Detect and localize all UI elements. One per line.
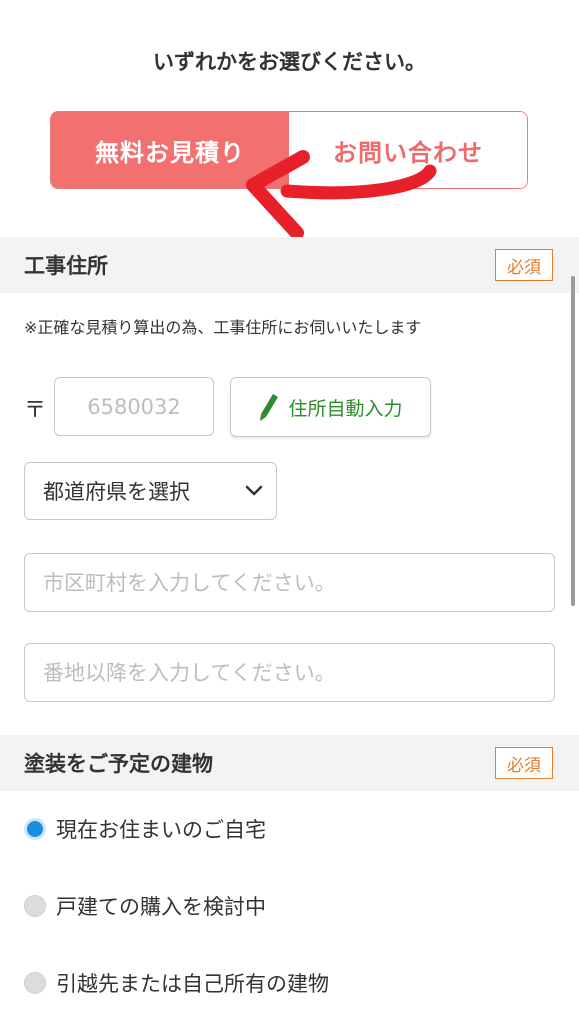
required-badge: 必須 <box>495 249 553 281</box>
address-section-title: 工事住所 <box>24 254 108 278</box>
building-section-title: 塗装をご予定の建物 <box>24 752 213 776</box>
chevron-down-icon <box>245 485 263 496</box>
postal-mark: 〒 <box>24 398 47 423</box>
prefecture-value: 都道府県を選択 <box>43 480 190 504</box>
option-label: 引越先または自己所有の建物 <box>56 972 329 996</box>
selection-prompt: いずれかをお選びください。 <box>153 50 426 74</box>
city-input[interactable] <box>24 553 555 612</box>
radio-button[interactable] <box>24 895 46 917</box>
radio-button[interactable] <box>24 972 46 994</box>
building-option-purchase[interactable]: 戸建ての購入を検討中 <box>24 891 266 921</box>
radio-button-checked[interactable] <box>24 818 46 840</box>
building-option-current-home[interactable]: 現在お住まいのご自宅 <box>24 814 266 844</box>
postal-code-input[interactable] <box>54 377 214 436</box>
address-autofill-button[interactable]: 住所自動入力 <box>230 377 431 437</box>
address-section-header: 工事住所 必須 <box>0 237 579 293</box>
prefecture-select[interactable]: 都道府県を選択 <box>24 462 277 520</box>
annotation-arrow-icon <box>246 150 437 240</box>
building-section-header: 塗装をご予定の建物 必須 <box>0 735 579 791</box>
pencil-icon <box>260 394 279 421</box>
street-address-input[interactable] <box>24 643 555 702</box>
option-label: 戸建ての購入を検討中 <box>56 895 266 919</box>
autofill-label: 住所自動入力 <box>288 397 403 420</box>
option-label: 現在お住まいのご自宅 <box>56 818 266 842</box>
required-badge: 必須 <box>495 747 553 779</box>
address-note: ※正確な見積り算出の為、工事住所にお伺いいたします <box>24 318 422 337</box>
building-option-owned[interactable]: 引越先または自己所有の建物 <box>24 968 329 998</box>
scrollbar[interactable] <box>571 276 575 606</box>
